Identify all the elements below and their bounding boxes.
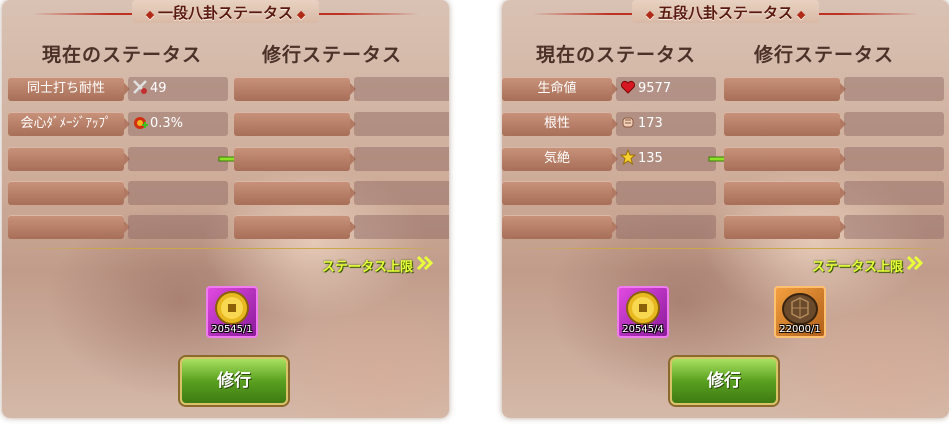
stat-value: 0.3% <box>150 116 184 131</box>
panel-title: 一段八卦ステータス <box>157 4 293 22</box>
stat-row <box>502 215 949 239</box>
training-status-header: 修行ステータス <box>262 44 403 66</box>
stat-value-box: 135 <box>616 147 716 171</box>
left-status-panel: ◆ 一段八卦ステータス ◆ 現在のステータス 修行ステータス 同士打ち耐性 49… <box>2 0 449 418</box>
stat-value: 135 <box>638 151 663 166</box>
training-stat-value <box>844 77 944 101</box>
double-chevron-icon[interactable] <box>907 255 925 271</box>
title-ornament-icon: ◆ <box>145 8 158 21</box>
current-status-header: 現在のステータス <box>536 44 697 66</box>
flame-plus-icon <box>132 114 148 130</box>
training-stat-label <box>234 112 356 136</box>
stat-value-box <box>128 147 228 171</box>
right-status-panel: ◆ 五段八卦ステータス ◆ 現在のステータス 修行ステータス 生命値 9577 … <box>502 0 949 418</box>
training-stat-label <box>234 215 356 239</box>
stat-label: 同士打ち耐性 <box>8 77 130 101</box>
material-count: 20545/1 <box>211 324 253 335</box>
stat-value-box: 49 <box>128 77 228 101</box>
training-stat-label <box>724 181 846 205</box>
stat-value: 173 <box>638 116 663 131</box>
stat-value-box: 9577 <box>616 77 716 101</box>
training-stat-value <box>354 215 449 239</box>
material-slot-coin[interactable]: 20545/1 <box>206 286 258 338</box>
training-stat-value <box>844 147 944 171</box>
stat-row: 気絶 135 <box>502 147 949 171</box>
divider <box>16 248 443 249</box>
training-stat-label <box>234 77 356 101</box>
current-status-header: 現在のステータス <box>42 44 203 66</box>
gold-coin-icon <box>215 291 249 325</box>
status-limit-link[interactable]: ステータス上限 <box>812 256 903 275</box>
material-slot-shell[interactable]: 22000/1 <box>774 286 826 338</box>
stat-value: 49 <box>150 81 167 96</box>
training-stat-value <box>354 112 449 136</box>
turtle-shell-icon <box>782 293 818 325</box>
training-stat-label <box>724 147 846 171</box>
train-button[interactable]: 修行 <box>180 357 288 405</box>
material-slot-coin[interactable]: 20545/4 <box>617 286 669 338</box>
training-stat-label <box>724 215 846 239</box>
panel-title: 五段八卦ステータス <box>657 4 793 22</box>
stat-row: 同士打ち耐性 49 <box>2 77 449 101</box>
material-count: 22000/1 <box>779 324 821 335</box>
training-stat-label <box>234 181 356 205</box>
stat-label <box>8 215 130 239</box>
training-stat-value <box>354 77 449 101</box>
crossed-swords-icon <box>132 79 148 95</box>
panel-title-bar: ◆ 五段八卦ステータス ◆ <box>522 0 929 26</box>
stat-label <box>8 181 130 205</box>
stat-value-box <box>128 215 228 239</box>
stat-label <box>502 181 618 205</box>
training-status-header: 修行ステータス <box>754 44 895 66</box>
material-count: 20545/4 <box>622 324 664 335</box>
stat-row <box>2 147 449 171</box>
training-stat-value <box>844 215 944 239</box>
stat-label <box>502 215 618 239</box>
stat-value-box: 0.3% <box>128 112 228 136</box>
stat-row <box>502 181 949 205</box>
stat-row <box>2 181 449 205</box>
stat-value-box <box>616 181 716 205</box>
training-stat-label <box>724 77 846 101</box>
gold-coin-icon <box>626 291 660 325</box>
stat-label: 気絶 <box>502 147 618 171</box>
stat-row: 会心ﾀﾞﾒｰｼﾞｱｯﾌﾟ 0.3% <box>2 112 449 136</box>
heart-icon <box>620 79 636 95</box>
title-ornament-icon: ◆ <box>645 8 658 21</box>
stat-value-box <box>616 215 716 239</box>
train-button[interactable]: 修行 <box>670 357 778 405</box>
stat-value: 9577 <box>638 81 672 96</box>
stat-row: 根性 173 <box>502 112 949 136</box>
training-stat-value <box>844 112 944 136</box>
training-stat-label <box>724 112 846 136</box>
title-ornament-icon: ◆ <box>293 8 306 21</box>
training-stat-value <box>354 181 449 205</box>
training-stat-label <box>234 147 356 171</box>
training-stat-value <box>844 181 944 205</box>
stat-label: 根性 <box>502 112 618 136</box>
stat-label: 生命値 <box>502 77 618 101</box>
status-limit-link[interactable]: ステータス上限 <box>322 256 413 275</box>
panel-title-bar: ◆ 一段八卦ステータス ◆ <box>22 0 429 26</box>
stat-label: 会心ﾀﾞﾒｰｼﾞｱｯﾌﾟ <box>8 112 130 136</box>
stat-label <box>8 147 130 171</box>
stat-row: 生命値 9577 <box>502 77 949 101</box>
title-ornament-icon: ◆ <box>793 8 806 21</box>
double-chevron-icon[interactable] <box>417 255 435 271</box>
divider <box>516 248 943 249</box>
star-icon <box>619 148 637 166</box>
training-stat-value <box>354 147 449 171</box>
stat-value-box <box>128 181 228 205</box>
stat-value-box: 173 <box>616 112 716 136</box>
stat-row <box>2 215 449 239</box>
fist-icon <box>620 114 636 130</box>
